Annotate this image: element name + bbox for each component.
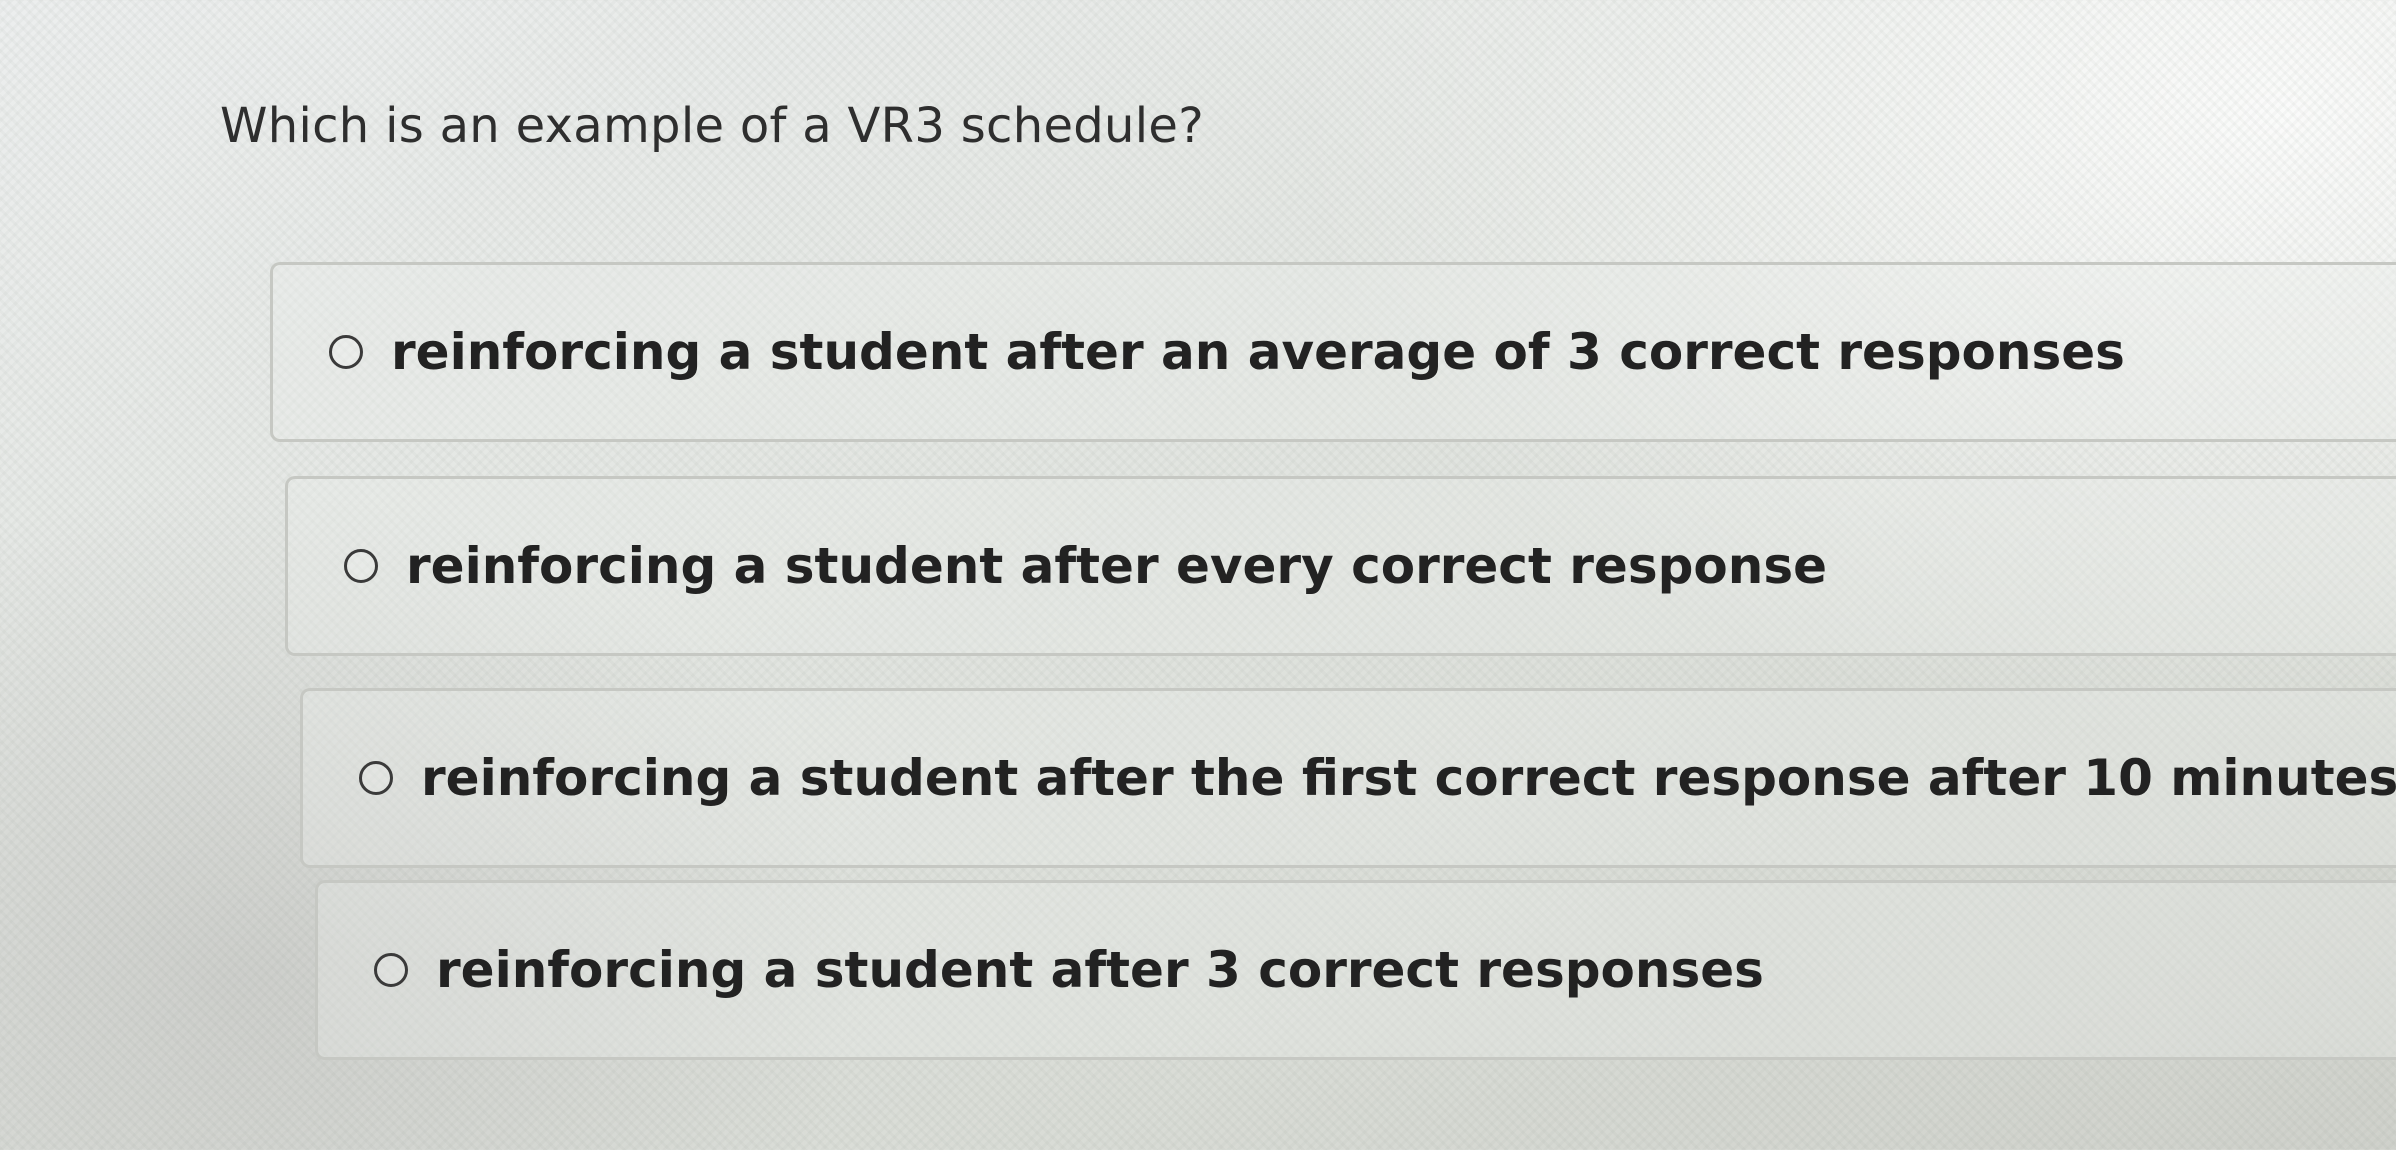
radio-button-icon[interactable] [374,953,408,987]
answer-option-label: reinforcing a student after the first co… [421,749,2396,807]
answer-option-4[interactable]: reinforcing a student after 3 correct re… [315,880,2396,1060]
answer-options: reinforcing a student after an average o… [0,0,2396,1150]
radio-button-icon[interactable] [329,335,363,369]
answer-option-label: reinforcing a student after every correc… [406,537,1827,595]
answer-option-3[interactable]: reinforcing a student after the first co… [300,688,2396,868]
answer-option-label: reinforcing a student after an average o… [391,323,2125,381]
radio-button-icon[interactable] [344,549,378,583]
answer-option-label: reinforcing a student after 3 correct re… [436,941,1764,999]
answer-option-2[interactable]: reinforcing a student after every correc… [285,476,2396,656]
answer-option-1[interactable]: reinforcing a student after an average o… [270,262,2396,442]
radio-button-icon[interactable] [359,761,393,795]
